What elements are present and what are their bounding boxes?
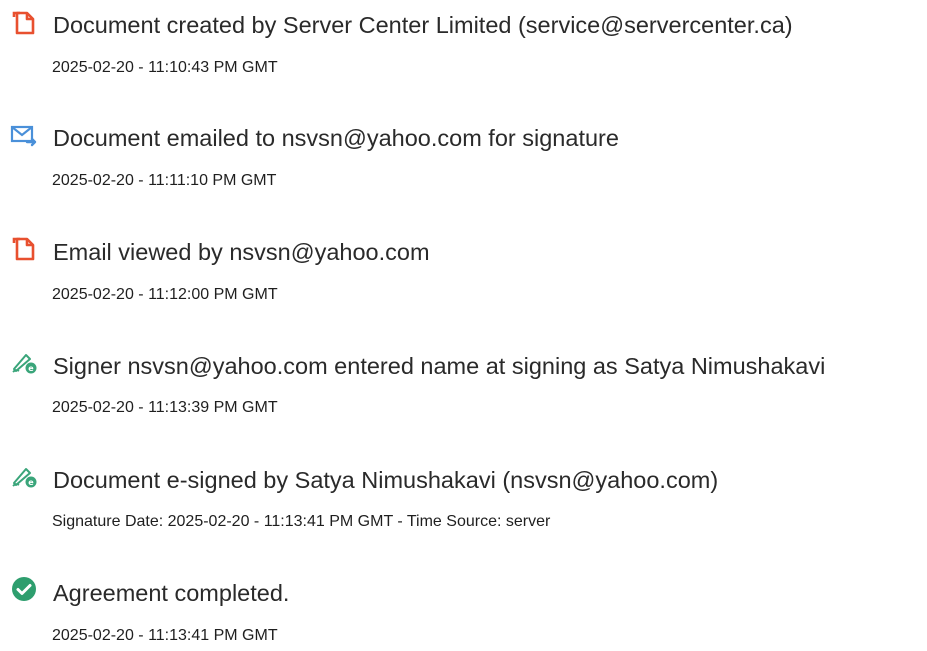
- event-timestamp: 2025-02-20 - 11:11:10 PM GMT: [52, 172, 277, 189]
- event-title: Signer nsvsn@yahoo.com entered name at s…: [53, 353, 826, 379]
- document-viewed-icon: [10, 235, 38, 263]
- event-timestamp: 2025-02-20 - 11:13:41 PM GMT: [52, 627, 278, 644]
- email-sent-icon: [10, 122, 38, 150]
- event-signature-date: Signature Date: 2025-02-20 - 11:13:41 PM…: [52, 513, 551, 530]
- signer-pen-icon: e: [10, 347, 38, 375]
- svg-text:e: e: [28, 478, 34, 487]
- event-title: Email viewed by nsvsn@yahoo.com: [53, 239, 430, 265]
- event-title: Document emailed to nsvsn@yahoo.com for …: [53, 125, 619, 151]
- document-created-icon: [10, 9, 38, 37]
- event-timestamp: 2025-02-20 - 11:12:00 PM GMT: [52, 286, 278, 303]
- svg-text:e: e: [28, 364, 34, 373]
- esign-pen-icon: e: [10, 461, 38, 489]
- event-title: Agreement completed.: [53, 580, 290, 606]
- completed-check-icon: [10, 575, 38, 603]
- event-title: Document e-signed by Satya Nimushakavi (…: [53, 467, 719, 493]
- event-title: Document created by Server Center Limite…: [53, 12, 793, 38]
- event-timestamp: 2025-02-20 - 11:10:43 PM GMT: [52, 59, 278, 76]
- event-timestamp: 2025-02-20 - 11:13:39 PM GMT: [52, 399, 278, 416]
